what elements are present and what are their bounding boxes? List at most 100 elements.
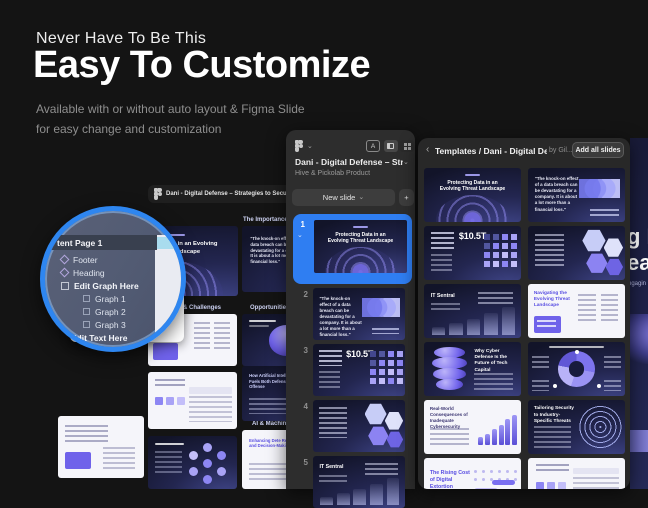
slide-thumbnail-4[interactable]: [313, 400, 405, 452]
hero-subtitle-line2: for easy change and customization: [36, 119, 305, 139]
donut-hole: [569, 361, 585, 376]
layers-list: Footer Heading Edit Graph Here Graph 1 G…: [45, 253, 157, 344]
template-tile-consequences[interactable]: Real-World Consequences of Inadequate Cy…: [424, 400, 521, 454]
template-tile-cost[interactable]: The Rising Cost of Digital Extortion: [424, 458, 521, 489]
template-tile-donut[interactable]: [528, 342, 625, 396]
document-title[interactable]: Dani - Digital Defense – Str...: [295, 157, 403, 167]
slide-thumbnail-5[interactable]: IT Sentral: [313, 456, 405, 508]
slide-title-text: Protecting Data in an Evolving Threat La…: [327, 232, 394, 245]
slide-number: 2: [294, 290, 308, 299]
layer-row-graph2[interactable]: Graph 2: [45, 305, 157, 318]
title-line: [249, 325, 269, 327]
layer-label: Edit Text Here: [71, 333, 128, 343]
layer-label: Footer: [73, 255, 98, 265]
slide-thumbnail-2[interactable]: "The knock-on effect of a data breach ca…: [313, 288, 405, 340]
hexagon-graphic: [387, 431, 404, 448]
text-lines: [365, 463, 398, 477]
layers-page-row[interactable]: tent Page 1: [45, 235, 157, 250]
text-lines: [319, 371, 339, 390]
list-view-icon[interactable]: [384, 140, 398, 152]
stat-lines: [430, 428, 469, 447]
text-lines: [319, 407, 347, 438]
caption-lines: [590, 209, 619, 215]
bar-graphic: [387, 478, 400, 505]
rings-graphic: [325, 247, 396, 274]
layer-row-graph3[interactable]: Graph 3: [45, 318, 157, 331]
table-rows: [573, 477, 620, 489]
bar-graphic: [484, 313, 498, 335]
chevron-down-icon[interactable]: ⌄: [307, 143, 313, 150]
new-slide-button[interactable]: New slide ⌄: [292, 189, 395, 206]
slide-thumbnail-3[interactable]: $10.5T: [313, 344, 405, 396]
text-lines: [535, 234, 564, 266]
figma-menu-icon[interactable]: [295, 140, 303, 152]
hexagon-graphic: [586, 253, 607, 274]
panel-toolbar: ⌄ A: [295, 140, 407, 153]
decor-tag: [353, 226, 368, 228]
template-tile-title[interactable]: Protecting Data in an Evolving Threat La…: [424, 168, 521, 222]
plus-icon: +: [404, 193, 408, 202]
it-slide-title: IT Sentral: [431, 293, 455, 299]
text-lines: [604, 356, 621, 368]
templates-breadcrumb[interactable]: Templates / Dani - Digital Defen...: [435, 146, 547, 156]
dot-grid-graphic: [474, 470, 477, 473]
title-line: [249, 320, 276, 322]
layer-row-edit-text[interactable]: TEdit Text Here: [45, 331, 157, 344]
template-tile-hexagons[interactable]: [528, 226, 625, 280]
bar-graphic: [370, 484, 383, 505]
hexagon-graphic: [368, 426, 388, 446]
layer-row-edit-graph[interactable]: Edit Graph Here: [45, 279, 157, 292]
canvas-edge: [155, 235, 181, 347]
chevron-down-icon[interactable]: ⌄: [297, 231, 303, 239]
text-lines: [474, 373, 513, 389]
text-lines: [103, 447, 136, 471]
slide-title-text: Protecting Data in an Evolving Threat La…: [438, 180, 508, 193]
table-rows: [189, 396, 232, 422]
chevron-down-icon[interactable]: ⌄: [403, 159, 409, 166]
canvas-slide-table[interactable]: [148, 372, 237, 429]
bar-graphic: [492, 429, 497, 445]
canvas-slide-circles[interactable]: [148, 436, 237, 489]
text-lines: [431, 303, 460, 313]
quote-text: "The knock-on effect of a data breach ca…: [535, 176, 580, 213]
add-slide-button[interactable]: +: [399, 189, 414, 206]
quote-text: "The knock-on effect of a data breach ca…: [319, 296, 361, 339]
text-lines: [536, 464, 569, 474]
canvas-slide-light-2[interactable]: [58, 416, 144, 478]
bar-graphic: [505, 419, 510, 445]
new-slide-label: New slide: [323, 193, 356, 202]
fragment-big-text-1: g D: [630, 224, 648, 250]
hexagon-graphic: [606, 258, 623, 275]
template-tile-it-bars[interactable]: IT Sentral: [424, 284, 521, 338]
back-chevron-icon[interactable]: ‹: [426, 145, 429, 155]
template-tile-table[interactable]: [528, 458, 625, 489]
template-tile-stat[interactable]: $10.5T: [424, 226, 521, 280]
layers-page-label: tent Page 1: [57, 238, 102, 248]
text-lines: [214, 322, 230, 349]
template-tile-navigating[interactable]: Navigating the Evolving Threat Landscape: [528, 284, 625, 338]
text-lines: [155, 451, 182, 475]
pill-button-graphic: [492, 480, 515, 485]
bars-slide-title: Real-World Consequences of Inadequate Cy…: [430, 406, 475, 430]
text-style-icon[interactable]: A: [366, 140, 380, 152]
layer-label: Heading: [73, 268, 105, 278]
add-all-slides-button[interactable]: Add all slides: [572, 142, 624, 158]
rings-graphic: [436, 195, 510, 222]
slide-row-1-selected[interactable]: 1 ⌄ Protecting Data in an Evolving Threa…: [293, 214, 412, 284]
template-tile-quote[interactable]: "The knock-on effect of a data breach ca…: [528, 168, 625, 222]
section-label-importance: The Importance: [243, 217, 288, 223]
fragment-big-text-2: eat: [630, 250, 648, 276]
grid-view-icon[interactable]: [400, 140, 414, 152]
template-tile-rings[interactable]: Tailoring Security to Industry-Specific …: [528, 400, 625, 454]
text-lines: [319, 350, 341, 366]
text-lines: [155, 379, 185, 389]
slide-thumbnail-1[interactable]: Protecting Data in an Evolving Threat La…: [314, 220, 407, 273]
rings-chart-graphic: [577, 404, 622, 449]
template-tile-blob[interactable]: Why Cyber Defense Is the Future of Tech …: [424, 342, 521, 396]
layer-row-graph1[interactable]: Graph 1: [45, 292, 157, 305]
document-subtitle: Hive & Pickolab Product: [295, 170, 370, 177]
layer-row-footer[interactable]: Footer: [45, 253, 157, 266]
title-line: [155, 443, 183, 445]
layer-label: Graph 1: [95, 294, 126, 304]
layer-row-heading[interactable]: Heading: [45, 266, 157, 279]
